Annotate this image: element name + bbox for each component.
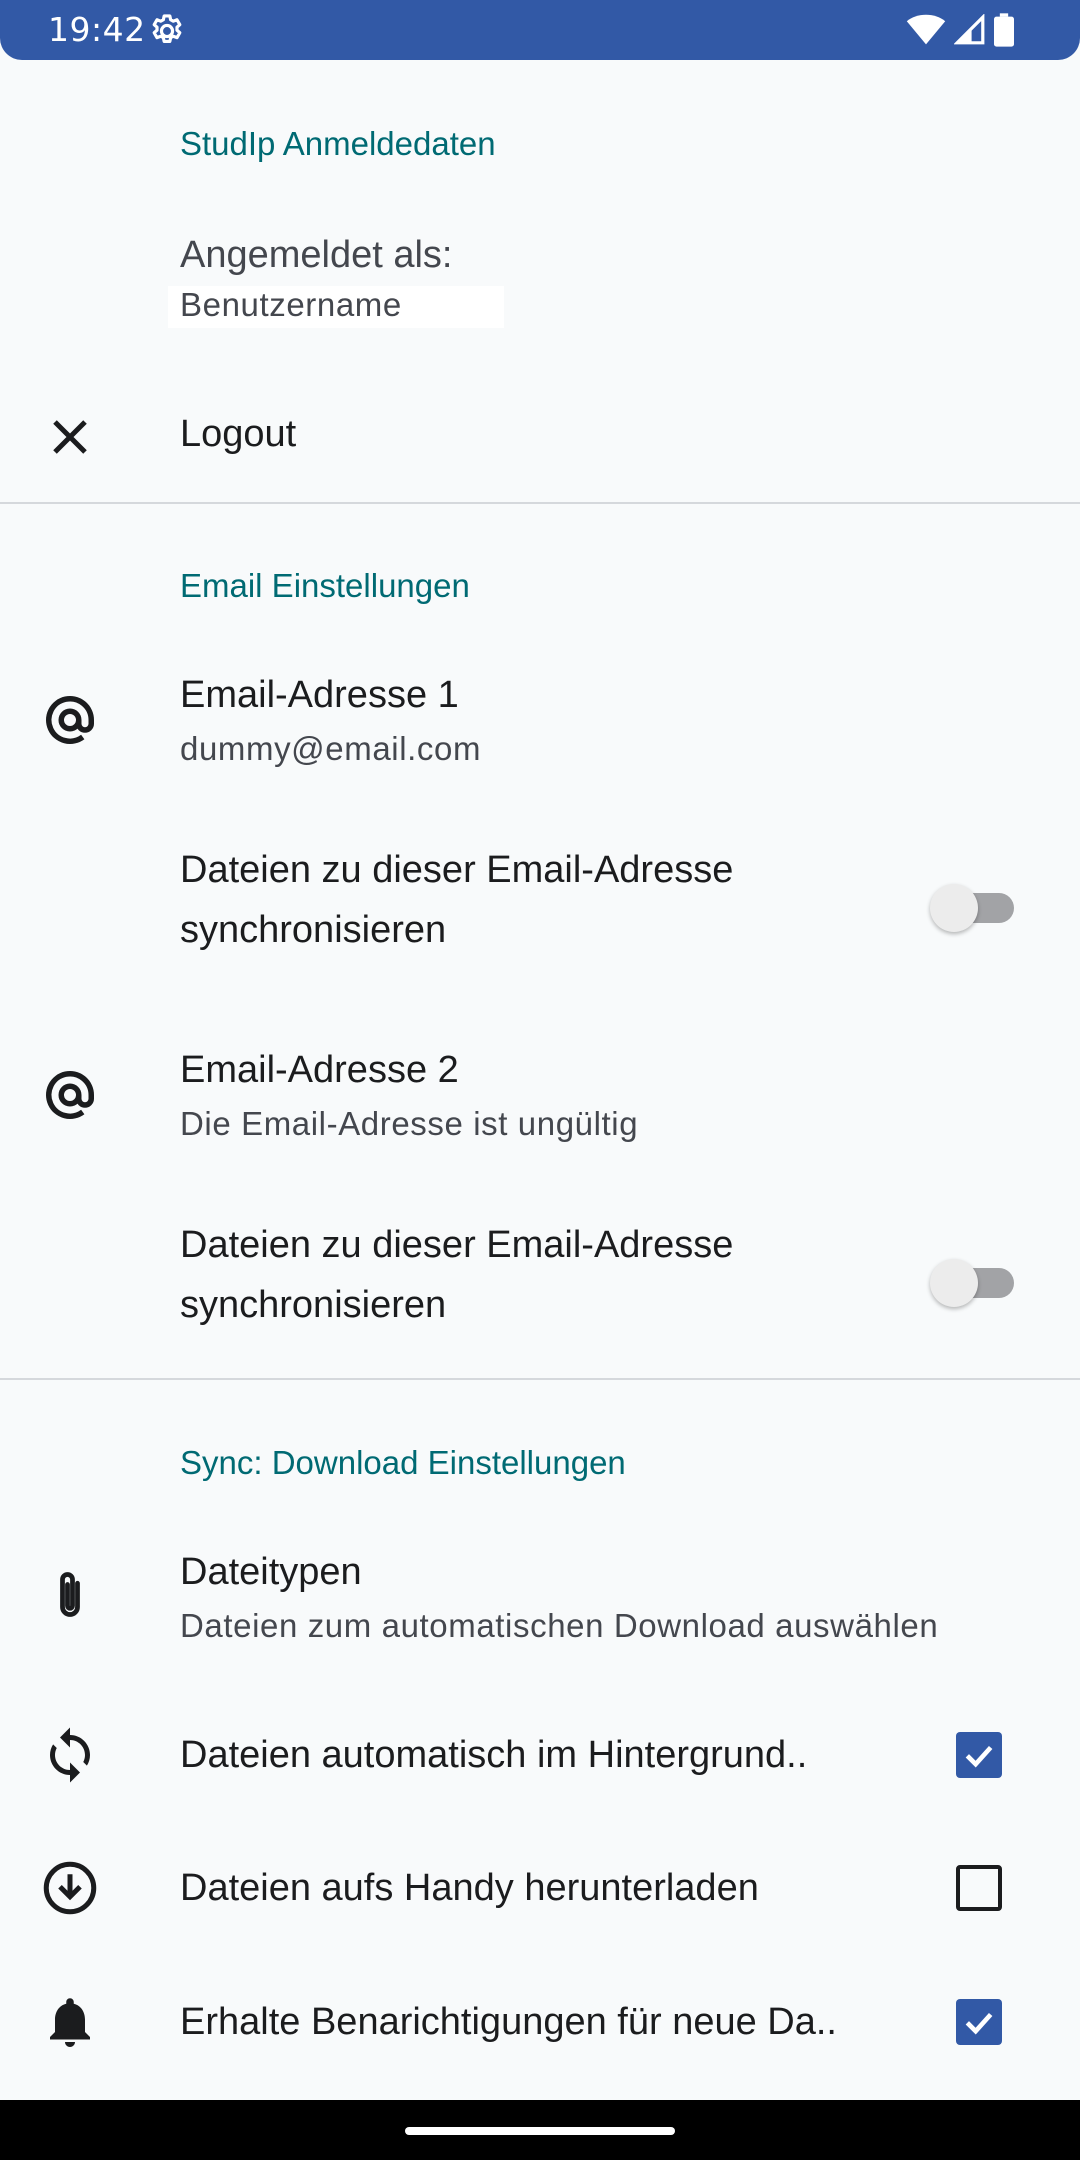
filetypes-row[interactable]: Dateitypen Dateien zum automatischen Dow… <box>0 1537 1080 1657</box>
switch-thumb <box>930 1259 978 1307</box>
filetypes-title: Dateitypen <box>180 1551 362 1593</box>
email-2-sync-row[interactable]: Dateien zu dieser Email-Adresse synchron… <box>0 1215 1080 1345</box>
notifications-label: Erhalte Benarichtigungen für neue Da.. <box>180 2001 837 2043</box>
username-value: Benutzername <box>168 286 504 328</box>
download-to-phone-row[interactable]: Dateien aufs Handy herunterladen <box>0 1843 1080 1933</box>
email-1-sync-label: Dateien zu dieser Email-Adresse synchron… <box>180 849 734 951</box>
notifications-row[interactable]: Erhalte Benarichtigungen für neue Da.. <box>0 1977 1080 2067</box>
settings-gear-icon <box>152 14 182 44</box>
email-2-value: Die Email-Adresse ist ungültig <box>180 1105 639 1142</box>
wifi-icon <box>906 14 946 45</box>
close-icon <box>53 420 87 454</box>
email-1-sync-switch[interactable] <box>930 876 1014 936</box>
section-header-sync: Sync: Download Einstellungen <box>180 1444 626 1481</box>
check-icon <box>965 2012 993 2035</box>
at-sign-icon <box>46 1071 94 1119</box>
logout-row[interactable]: Logout <box>0 385 1080 489</box>
home-gesture-handle[interactable] <box>405 2127 675 2135</box>
email-1-sync-row[interactable]: Dateien zu dieser Email-Adresse synchron… <box>0 840 1080 970</box>
email-address-2-row[interactable]: Email-Adresse 2 Die Email-Adresse ist un… <box>0 1035 1080 1155</box>
section-header-email: Email Einstellungen <box>180 567 470 604</box>
email-2-sync-switch[interactable] <box>930 1251 1014 1311</box>
section-header-studip: StudIp Anmeldedaten <box>180 125 496 162</box>
cell-signal-icon <box>954 14 985 45</box>
email-2-title: Email-Adresse 2 <box>180 1049 459 1091</box>
filetypes-summary: Dateien zum automatischen Download auswä… <box>180 1607 939 1644</box>
status-bar: 19:42 <box>0 0 1080 60</box>
check-icon <box>965 1745 993 1768</box>
download-circle-icon <box>43 1861 97 1915</box>
email-1-title: Email-Adresse 1 <box>180 674 459 716</box>
bell-icon <box>50 1998 90 2047</box>
divider <box>0 1378 1080 1380</box>
download-to-phone-checkbox[interactable] <box>956 1865 1002 1911</box>
email-address-1-row[interactable]: Email-Adresse 1 dummy@email.com <box>0 660 1080 780</box>
auto-background-checkbox[interactable] <box>956 1732 1002 1778</box>
navigation-bar <box>0 2100 1080 2160</box>
auto-background-row[interactable]: Dateien automatisch im Hintergrund.. <box>0 1710 1080 1800</box>
divider <box>0 502 1080 504</box>
status-time: 19:42 <box>48 10 146 49</box>
switch-thumb <box>930 884 978 932</box>
logout-label: Logout <box>180 413 297 455</box>
at-sign-icon <box>46 696 94 744</box>
status-icons <box>906 13 1014 47</box>
logged-in-label: Angemeldet als: <box>180 234 453 276</box>
paperclip-icon <box>60 1572 80 1617</box>
notifications-checkbox[interactable] <box>956 1999 1002 2045</box>
auto-background-label: Dateien automatisch im Hintergrund.. <box>180 1734 808 1776</box>
email-2-sync-label: Dateien zu dieser Email-Adresse synchron… <box>180 1224 734 1326</box>
download-to-phone-label: Dateien aufs Handy herunterladen <box>180 1867 759 1909</box>
battery-icon <box>994 13 1014 47</box>
email-1-value: dummy@email.com <box>180 730 482 767</box>
sync-icon <box>50 1727 90 1783</box>
